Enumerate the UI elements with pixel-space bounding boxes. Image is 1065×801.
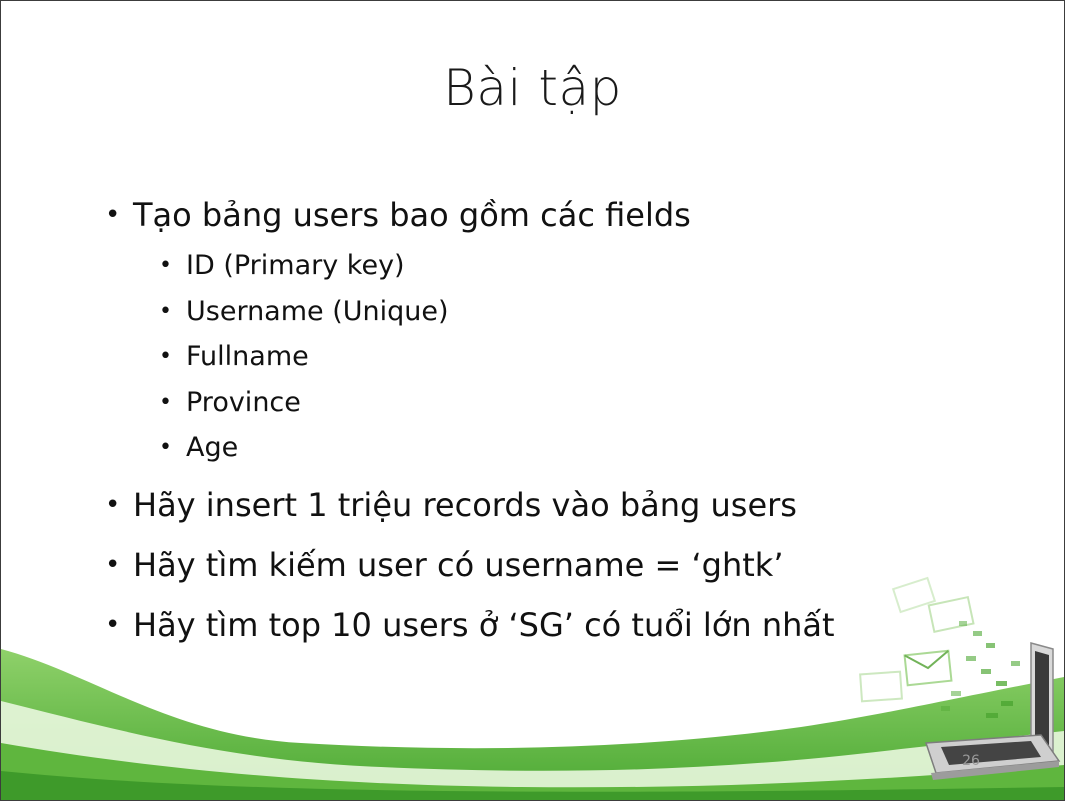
sub-bullet-text: Fullname <box>186 341 309 372</box>
bullet-text: Hãy insert 1 triệu records vào bảng user… <box>133 485 797 524</box>
bullet-icon: • <box>159 435 172 460</box>
bullet-list: • Tạo bảng users bao gồm các fields • ID… <box>101 189 921 651</box>
list-item: • Hãy insert 1 triệu records vào bảng us… <box>101 479 921 531</box>
list-item: • Tạo bảng users bao gồm các fields <box>101 189 921 241</box>
bullet-icon: • <box>105 200 121 230</box>
bullet-text: Hãy tìm kiếm user có username = ‘ghtk’ <box>133 545 784 584</box>
list-item: • Hãy tìm top 10 users ở ‘SG’ có tuổi lớ… <box>101 599 921 651</box>
bullet-icon: • <box>105 609 121 640</box>
bullet-icon: • <box>159 389 172 415</box>
slide: Bài tập • Tạo bảng users bao gồm các fie… <box>0 0 1065 801</box>
list-item: • Province <box>101 380 921 426</box>
sub-bullet-text: ID (Primary key) <box>186 250 405 281</box>
list-item: • Age <box>101 425 921 471</box>
list-item: • Username (Unique) <box>101 289 921 335</box>
bullet-icon: • <box>105 549 121 580</box>
sub-bullet-text: Username (Unique) <box>186 295 449 327</box>
list-item: • ID (Primary key) <box>101 243 921 289</box>
bullet-icon: • <box>159 253 172 278</box>
sub-bullet-text: Age <box>186 432 239 463</box>
sub-list: • ID (Primary key) • Username (Unique) •… <box>101 243 921 471</box>
slide-title: Bài tập <box>443 59 622 117</box>
bullet-icon: • <box>159 298 172 324</box>
bullet-icon: • <box>105 489 121 520</box>
page-number: 26 <box>962 753 980 769</box>
bullet-text: Tạo bảng users bao gồm các fields <box>133 196 691 234</box>
sub-bullet-text: Province <box>186 386 301 418</box>
bullet-icon: • <box>159 344 172 369</box>
laptop-icon <box>924 642 1061 780</box>
bullet-text: Hãy tìm top 10 users ở ‘SG’ có tuổi lớn … <box>133 605 835 644</box>
list-item: • Fullname <box>101 334 921 380</box>
list-item: • Hãy tìm kiếm user có username = ‘ghtk’ <box>101 539 921 591</box>
